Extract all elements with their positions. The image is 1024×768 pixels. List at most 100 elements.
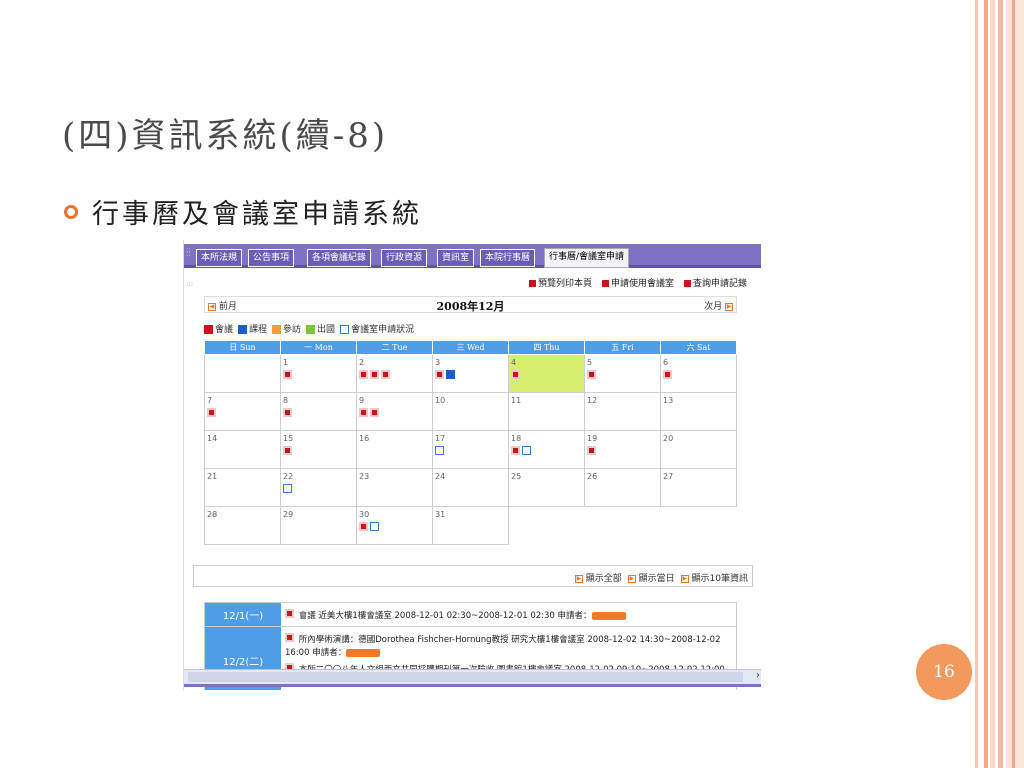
nav-tab[interactable]: 各項會議紀錄 [307,249,372,267]
arrow-right-icon: ▶ [627,574,636,583]
day-cell[interactable]: 22 [280,468,357,507]
room-request-icon[interactable] [283,484,292,493]
day-number: 30 [359,510,370,519]
top-link[interactable]: 申請使用會議室 [601,276,674,289]
day-cell[interactable]: 11 [508,392,585,431]
decor-stripe [998,0,1003,768]
day-events [587,443,658,457]
nav-tab[interactable]: 公告事項 [248,249,295,267]
nav-tab[interactable]: 行事曆/會議室申請 [544,248,630,268]
legend-label: 出國 [317,325,336,335]
meeting-event-icon[interactable] [359,370,368,379]
day-cell[interactable]: 20 [660,430,737,469]
week-row: 1 2 3 4 5 6 [204,354,737,393]
day-cell[interactable]: 7 [204,392,281,431]
meeting-event-icon[interactable] [587,370,596,379]
meeting-event-icon[interactable] [511,370,520,379]
meeting-event-icon[interactable] [283,408,292,417]
day-number: 24 [435,472,446,481]
legend-label: 會議 [215,325,234,335]
scroll-thumb[interactable] [188,672,743,682]
nav-bar: :::: 本所法規 公告事項 各項會議紀錄 行政資源 資訊室 本院行事曆 行事曆/會議室申請 [184,244,761,268]
meeting-event-icon[interactable] [663,370,672,379]
day-events [435,367,506,381]
meeting-event-icon[interactable] [283,370,292,379]
day-cell[interactable]: 2 [356,354,433,393]
day-cell[interactable] [204,354,281,393]
nav-tab[interactable]: 資訊室 [437,249,475,267]
meeting-event-icon[interactable] [587,446,596,455]
day-number: 2 [359,358,365,367]
meeting-event-icon[interactable] [207,408,216,417]
day-cell[interactable]: 13 [660,392,737,431]
day-cell[interactable]: 4 [508,354,585,393]
show-link[interactable]: ▶ 顯示全部 [574,571,622,584]
meeting-event-icon[interactable] [435,370,444,379]
day-events [359,367,430,381]
day-cell[interactable]: 23 [356,468,433,507]
empty-cell [661,507,737,545]
day-cell[interactable]: 30 [356,506,433,545]
grip-icon: :::: [186,246,191,258]
horizontal-scrollbar[interactable]: › [184,669,761,684]
meeting-event-icon[interactable] [381,370,390,379]
room-request-icon[interactable] [370,522,379,531]
day-events [283,405,354,419]
meeting-event-icon[interactable] [359,522,368,531]
day-cell[interactable]: 3 [432,354,509,393]
day-cell[interactable]: 5 [584,354,661,393]
day-number: 29 [283,510,294,519]
day-cell[interactable]: 10 [432,392,509,431]
show-link[interactable]: ▶ 顯示當日 [627,571,675,584]
link-icon [683,280,691,287]
room-request-icon[interactable] [435,446,444,455]
day-cell[interactable]: 21 [204,468,281,507]
meeting-event-icon[interactable] [370,408,379,417]
day-cell[interactable]: 15 [280,430,357,469]
course-event-icon[interactable] [446,370,455,379]
month-bar: ◀ 前月 2008年12月 次月 ▶ [204,296,737,313]
day-cell[interactable]: 29 [280,506,357,545]
day-cell[interactable]: 17 [432,430,509,469]
link-icon [528,280,536,287]
day-events [283,443,354,457]
day-cell[interactable]: 16 [356,430,433,469]
meeting-event-icon[interactable] [511,446,520,455]
meeting-event-icon[interactable] [370,370,379,379]
day-cell[interactable]: 18 [508,430,585,469]
grip-icon: ::: [186,280,194,288]
current-month: 2008年12月 [436,300,505,313]
nav-tab[interactable]: 本所法規 [196,249,243,267]
day-cell[interactable]: 19 [584,430,661,469]
room-request-icon[interactable] [522,446,531,455]
event-item[interactable]: 會議 近美大樓1樓會議室 2008-12-01 02:30~2008-12-01… [285,606,732,623]
day-cell[interactable]: 31 [432,506,509,545]
day-cell[interactable]: 26 [584,468,661,507]
day-cell[interactable]: 24 [432,468,509,507]
decor-stripe [1006,0,1024,768]
top-link[interactable]: 查詢申請記錄 [683,276,747,289]
day-cell[interactable]: 28 [204,506,281,545]
top-link[interactable]: 預覽列印本頁 [528,276,592,289]
show-link[interactable]: ▶ 顯示10筆資訊 [680,571,748,584]
day-events [359,405,430,419]
day-number: 14 [207,434,218,443]
day-cell[interactable]: 9 [356,392,433,431]
day-cell[interactable]: 14 [204,430,281,469]
scroll-right-icon[interactable]: › [756,670,760,681]
nav-tab[interactable]: 行政資源 [381,249,428,267]
meeting-event-icon[interactable] [359,408,368,417]
event-item[interactable]: 所內學術演講：德國Dorothea Fishcher-Hornung教授 研究大… [285,630,732,660]
next-month-link[interactable]: 次月 ▶ [704,299,733,312]
nav-tab[interactable]: 本院行事曆 [480,249,536,267]
day-cell[interactable]: 12 [584,392,661,431]
day-cell[interactable]: 1 [280,354,357,393]
day-cell[interactable]: 6 [660,354,737,393]
day-cell[interactable]: 27 [660,468,737,507]
redacted-name [591,611,626,620]
decor-stripe [990,0,995,768]
meeting-event-icon[interactable] [283,446,292,455]
day-events [435,443,506,457]
day-cell[interactable]: 25 [508,468,585,507]
day-cell[interactable]: 8 [280,392,357,431]
